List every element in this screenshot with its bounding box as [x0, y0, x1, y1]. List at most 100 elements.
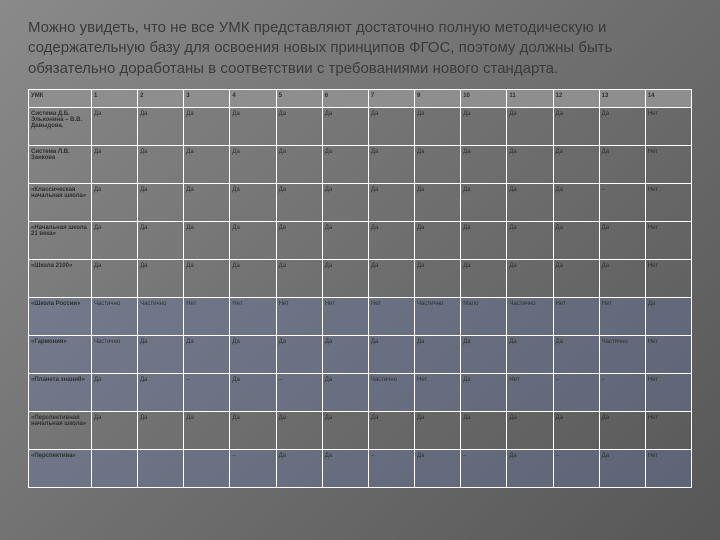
cell: Частично — [507, 297, 553, 335]
cell: Да — [415, 221, 461, 259]
cell: Да — [322, 335, 368, 373]
cell: Да — [184, 259, 230, 297]
cell: Да — [184, 221, 230, 259]
cell: – — [553, 449, 599, 487]
cell: Да — [230, 259, 276, 297]
cell — [91, 449, 137, 487]
cell: Да — [91, 107, 137, 145]
col-header-9: 9 — [415, 89, 461, 107]
col-header-14: 14 — [645, 89, 691, 107]
cell: – — [461, 449, 507, 487]
cell: Да — [461, 107, 507, 145]
cell: Да — [138, 259, 184, 297]
col-header-2: 2 — [138, 89, 184, 107]
cell: Да — [368, 145, 414, 183]
cell: Нет — [645, 145, 691, 183]
cell: – — [368, 449, 414, 487]
cell: Да — [507, 145, 553, 183]
cell: Да — [138, 145, 184, 183]
row-label: «Школа 2100» — [29, 259, 92, 297]
col-header-6: 6 — [322, 89, 368, 107]
cell: Да — [599, 449, 645, 487]
cell: Частично — [599, 335, 645, 373]
cell: Нет — [645, 183, 691, 221]
cell: Да — [553, 107, 599, 145]
cell: Да — [322, 145, 368, 183]
cell: Да — [415, 183, 461, 221]
cell: – — [230, 449, 276, 487]
table-row: «Классическая начальная школа»ДаДаДаДаДа… — [29, 183, 692, 221]
cell: Да — [138, 335, 184, 373]
cell: Да — [322, 373, 368, 411]
cell: Нет — [507, 373, 553, 411]
cell: Да — [276, 411, 322, 449]
cell: Частично — [91, 297, 137, 335]
cell: Да — [461, 373, 507, 411]
cell: Да — [276, 107, 322, 145]
col-header-5: 5 — [276, 89, 322, 107]
cell: Да — [507, 449, 553, 487]
cell: Да — [138, 221, 184, 259]
cell: Да — [91, 373, 137, 411]
cell: Частично — [368, 373, 414, 411]
cell: Нет — [415, 373, 461, 411]
table-row: «Перспективная начальная школа»ДаДаДаДаД… — [29, 411, 692, 449]
cell: Нет — [645, 373, 691, 411]
cell: Да — [276, 449, 322, 487]
cell — [184, 449, 230, 487]
cell: Да — [599, 107, 645, 145]
cell: Да — [368, 411, 414, 449]
row-label: Система Д.Б. Эльконина – В.В. Давыдова. — [29, 107, 92, 145]
cell: – — [599, 373, 645, 411]
cell: Нет — [322, 297, 368, 335]
cell: Да — [553, 259, 599, 297]
cell: Да — [368, 107, 414, 145]
cell: Да — [599, 145, 645, 183]
cell: Да — [507, 259, 553, 297]
row-label: «Перспективная начальная школа» — [29, 411, 92, 449]
table-row: «Школа 2100»ДаДаДаДаДаДаДаДаДаДаДаДаНет — [29, 259, 692, 297]
row-label: Система Л.В. Занкова — [29, 145, 92, 183]
cell: Да — [322, 411, 368, 449]
cell: Частично — [91, 335, 137, 373]
cell: – — [276, 373, 322, 411]
cell: Да — [368, 335, 414, 373]
cell: Да — [553, 145, 599, 183]
cell: Да — [368, 183, 414, 221]
cell: Да — [415, 259, 461, 297]
cell: Да — [553, 183, 599, 221]
cell: Да — [415, 449, 461, 487]
cell: Да — [507, 335, 553, 373]
cell: Да — [461, 183, 507, 221]
slide: Можно увидеть, что не все УМК представля… — [0, 0, 720, 540]
cell: Нет — [184, 297, 230, 335]
cell: Да — [91, 411, 137, 449]
col-header-12: 12 — [553, 89, 599, 107]
col-header-7: 7 — [368, 89, 414, 107]
cell: Да — [91, 259, 137, 297]
cell: – — [599, 183, 645, 221]
cell: Да — [553, 411, 599, 449]
cell: Нет — [276, 297, 322, 335]
cell: Да — [138, 373, 184, 411]
table-row: Система Д.Б. Эльконина – В.В. Давыдова.Д… — [29, 107, 692, 145]
cell: Да — [230, 411, 276, 449]
cell: Да — [322, 183, 368, 221]
cell: Да — [322, 221, 368, 259]
cell: Да — [322, 259, 368, 297]
cell: Да — [276, 145, 322, 183]
table-row: «Гармония»ЧастичноДаДаДаДаДаДаДаДаДаДаЧа… — [29, 335, 692, 373]
cell: Да — [507, 183, 553, 221]
cell: Да — [138, 411, 184, 449]
cell: Да — [461, 335, 507, 373]
cell: Да — [415, 335, 461, 373]
row-label: «Перспектива» — [29, 449, 92, 487]
cell: Нет — [599, 297, 645, 335]
cell: Да — [599, 221, 645, 259]
cell: Да — [230, 221, 276, 259]
col-header-1: 1 — [91, 89, 137, 107]
cell: Да — [415, 145, 461, 183]
cell: Да — [276, 183, 322, 221]
table-row: «Школа России»ЧастичноЧастичноНетНетНетН… — [29, 297, 692, 335]
cell: Да — [276, 259, 322, 297]
